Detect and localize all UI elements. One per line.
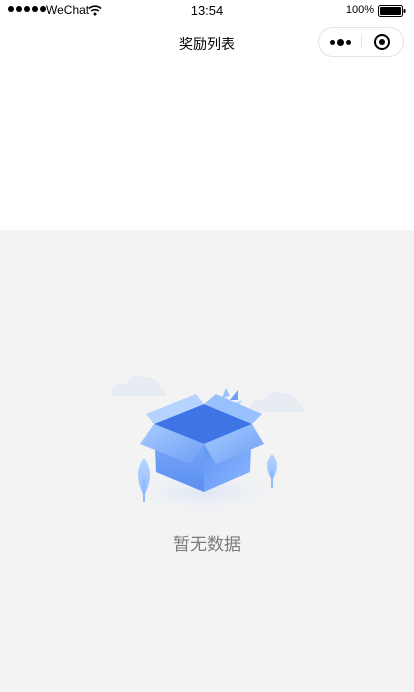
empty-box-illustration — [104, 376, 305, 518]
screen: WeChat 13:54 100% 奖励列表 暂无数据 — [0, 0, 414, 692]
capsule-divider — [361, 35, 362, 49]
mini-program-capsule — [318, 27, 404, 57]
empty-state-text: 暂无数据 — [173, 535, 241, 555]
battery-percentage: 100% — [345, 4, 374, 16]
status-bar: WeChat 13:54 100% — [0, 0, 414, 22]
header-blank-area — [0, 62, 414, 230]
more-dots-icon[interactable] — [319, 28, 361, 56]
target-close-icon[interactable] — [373, 33, 391, 51]
battery-icon — [378, 5, 406, 17]
navigation-bar: 奖励列表 — [0, 22, 414, 62]
